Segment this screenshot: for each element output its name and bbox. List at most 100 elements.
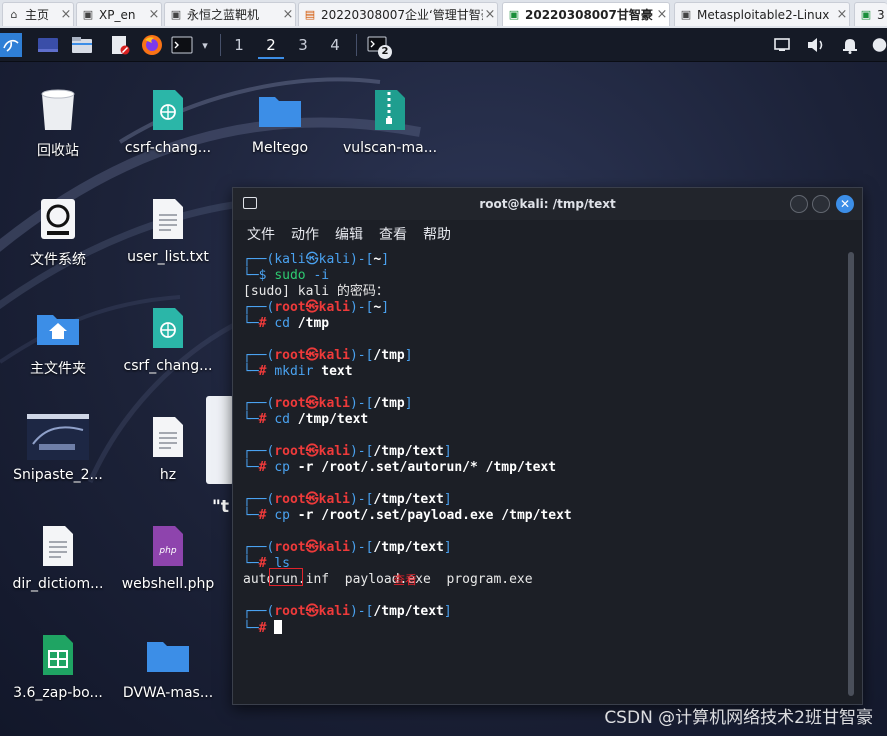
power-icon[interactable] <box>872 33 887 57</box>
tab-overflow[interactable]: ▣ 3 <box>854 2 887 26</box>
menu-file[interactable]: 文件 <box>247 224 275 244</box>
terminal-launcher-icon[interactable] <box>170 33 194 57</box>
icon-label: csrf_chang... <box>123 358 213 374</box>
prompt-bracket: └─ <box>243 364 259 379</box>
tab-label: 20220308007企业‘管理甘智豪 <box>321 8 483 22</box>
menu-help[interactable]: 帮助 <box>423 224 451 244</box>
output-line: autorun.inf payload.exe program.exe <box>243 572 852 588</box>
tab-label: XP_en <box>99 7 136 22</box>
desktop-icon-home-folder[interactable]: 主文件夹 <box>4 304 112 378</box>
command-name: mkdir <box>274 364 314 379</box>
prompt-path: /tmp <box>373 396 405 411</box>
file-manager-icon[interactable] <box>70 33 94 57</box>
tab-active-kali[interactable]: ▣ 20220308007甘智豪 × <box>502 2 670 26</box>
prompt-path: /tmp/text <box>373 540 444 555</box>
desktop-icon-csrf-change-2[interactable]: csrf_chang... <box>114 304 222 374</box>
kali-menu-icon[interactable] <box>0 33 22 57</box>
prompt-bracket: ┌──( <box>243 252 275 267</box>
volume-icon[interactable] <box>804 33 828 57</box>
workspace-2[interactable]: 2 <box>258 33 284 59</box>
prompt-bracket: ] <box>443 492 452 507</box>
command-line: └─# ls <box>243 556 852 572</box>
prompt-line: ┌──(kali㉿kali)-[~] <box>243 252 852 268</box>
firefox-icon[interactable] <box>140 33 164 57</box>
desktop-icon-dvwa[interactable]: DVWA-mas... <box>114 631 222 701</box>
menu-view[interactable]: 查看 <box>379 224 407 244</box>
prompt-bracket: └─ <box>243 556 259 571</box>
terminal-scrollbar[interactable] <box>848 252 854 696</box>
workspace-4[interactable]: 4 <box>322 33 348 57</box>
desktop-icon-trash[interactable]: 回收站 <box>4 86 112 160</box>
chevron-down-icon[interactable]: ▾ <box>196 33 214 57</box>
tab-enterprise[interactable]: ▤ 20220308007企业‘管理甘智豪 × <box>298 2 498 26</box>
prompt-bracket: └─ <box>243 621 259 636</box>
panel-separator <box>220 34 221 56</box>
minimize-button[interactable] <box>790 195 808 213</box>
command-name: sudo <box>274 268 306 283</box>
tab-eternalblue[interactable]: ▣ 永恒之蓝靶机 × <box>164 2 296 26</box>
tab-label: 永恒之蓝靶机 <box>187 8 260 22</box>
notification-bell-icon[interactable] <box>838 33 862 57</box>
workspace-1[interactable]: 1 <box>226 33 252 57</box>
desktop-icon-filesystem[interactable]: 文件系统 <box>4 195 112 269</box>
menu-edit[interactable]: 编辑 <box>335 224 363 244</box>
image-icon <box>27 413 89 461</box>
terminal-output[interactable]: ┌──(kali㉿kali)-[~] └─$ sudo -i [sudo] kali… <box>233 248 862 704</box>
prompt-user-host: root㉿kali <box>274 540 350 555</box>
drive-icon <box>34 195 82 243</box>
close-icon[interactable]: × <box>835 7 849 22</box>
command-args: text <box>313 364 353 379</box>
close-button[interactable]: ✕ <box>836 195 854 213</box>
annotation-label: 查看 <box>393 573 418 587</box>
text-file-icon <box>34 522 82 570</box>
desktop-icon-user-list[interactable]: user_list.txt <box>114 195 222 265</box>
command-line: └─# cp -r /root/.set/autorun/* /tmp/text <box>243 460 852 476</box>
terminal-window[interactable]: root@kali: /tmp/text ✕ 文件 动作 编辑 查看 帮助 ┌─… <box>232 187 863 705</box>
workspace-3[interactable]: 3 <box>290 33 316 57</box>
close-icon[interactable]: × <box>147 7 161 22</box>
tab-home[interactable]: ⌂ 主页 × <box>2 2 74 26</box>
terminal-menubar: 文件 动作 编辑 查看 帮助 <box>233 220 862 248</box>
prompt-bracket: ] <box>381 252 390 267</box>
prompt-bracket: ┌──( <box>243 300 275 315</box>
desktop-icon-meltego[interactable]: Meltego <box>226 86 334 156</box>
web-file-icon <box>144 304 192 352</box>
prompt-bracket: └─ <box>243 412 259 427</box>
icon-label: 回收站 <box>37 143 79 159</box>
desktop-icon-webshell[interactable]: php webshell.php <box>114 522 222 592</box>
prompt-path: /tmp/text <box>373 444 444 459</box>
close-icon[interactable]: × <box>655 7 669 22</box>
prompt-user-host: root㉿kali <box>274 492 350 507</box>
desktop-icon-vulscan[interactable]: vulscan-ma... <box>336 86 444 156</box>
terminal-task-button[interactable]: 2 <box>364 33 392 59</box>
maximize-button[interactable] <box>812 195 830 213</box>
icon-label: 文件系统 <box>30 252 86 268</box>
close-icon[interactable]: × <box>281 7 295 22</box>
desktop-icon-snipaste[interactable]: Snipaste_2... <box>4 413 112 483</box>
php-icon: php <box>144 522 192 570</box>
tab-xp-en[interactable]: ▣ XP_en × <box>76 2 162 26</box>
tab-metasploitable[interactable]: ▣ Metasploitable2-Linux × <box>674 2 850 26</box>
svg-text:php: php <box>158 546 176 556</box>
terminal-icon: ▣ <box>860 8 872 21</box>
close-icon[interactable]: × <box>59 7 73 22</box>
kali-top-panel: ▾ 1 2 3 4 2 <box>0 28 887 62</box>
show-desktop-icon[interactable] <box>36 33 60 57</box>
close-icon[interactable]: × <box>483 7 497 22</box>
tab-label: 3 <box>877 7 885 22</box>
screen-icon[interactable] <box>770 33 794 57</box>
desktop-icon-csrf-change-1[interactable]: csrf-chang... <box>114 86 222 156</box>
desktop-icon-dir-dictionary[interactable]: dir_dictiom... <box>4 522 112 592</box>
partial-window-behind <box>206 396 234 484</box>
csdn-watermark: CSDN @计算机网络技术2班甘智豪 <box>604 708 873 728</box>
doc-icon: ▤ <box>304 8 316 21</box>
browser-tab-strip: ⌂ 主页 × ▣ XP_en × ▣ 永恒之蓝靶机 × ▤ 2022030800… <box>0 0 887 29</box>
menu-action[interactable]: 动作 <box>291 224 319 244</box>
desktop-icon-zap-report[interactable]: 3.6_zap-bo... <box>4 631 112 701</box>
terminal-titlebar[interactable]: root@kali: /tmp/text ✕ <box>233 188 862 220</box>
text-editor-icon[interactable] <box>108 33 132 57</box>
